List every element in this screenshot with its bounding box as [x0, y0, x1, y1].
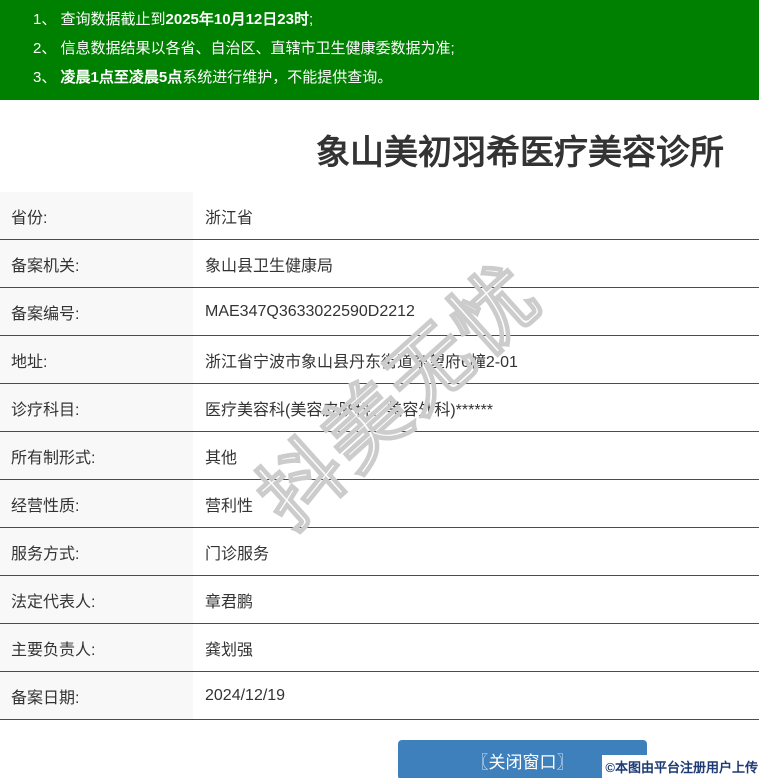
row-value: 营利性 [205, 497, 254, 515]
row-label: 所有制形式: [0, 432, 193, 479]
table-row-ownership-form: 所有制形式: 其他 [0, 432, 759, 480]
notice-line-1-bold: 2025年10月12日23时 [165, 11, 309, 28]
row-label: 主要负责人: [0, 624, 193, 671]
row-label: 备案机关: [0, 240, 193, 287]
row-value: 象山县卫生健康局 [205, 257, 334, 275]
query-result-page: 1、 查询数据截止到2025年10月12日23时; 2、 信息数据结果以各省、自… [0, 0, 759, 778]
row-value: 门诊服务 [205, 545, 270, 563]
notice-line-3-bold: 凌晨1点至凌晨5点 [60, 69, 183, 86]
row-label: 备案编号: [0, 288, 193, 335]
row-label: 诊疗科目: [0, 384, 193, 431]
row-label: 经营性质: [0, 480, 193, 527]
notice-banner: 1、 查询数据截止到2025年10月12日23时; 2、 信息数据结果以各省、自… [0, 0, 759, 100]
row-value: 2024/12/19 [205, 686, 286, 704]
row-label: 备案日期: [0, 672, 193, 719]
table-row-legal-representative: 法定代表人: 章君鹏 [0, 576, 759, 624]
row-label: 服务方式: [0, 528, 193, 575]
row-value: 其他 [205, 449, 238, 467]
notice-line-2: 2、 信息数据结果以各省、自治区、直辖市卫生健康委数据为准; [33, 40, 455, 57]
row-value: 医疗美容科(美容皮肤科、美容外科)****** [205, 401, 494, 419]
row-value: 章君鹏 [205, 593, 254, 611]
row-label: 地址: [0, 336, 193, 383]
table-row-service-mode: 服务方式: 门诊服务 [0, 528, 759, 576]
table-row-province: 省份: 浙江省 [0, 192, 759, 240]
table-row-filing-number: 备案编号: MAE347Q3633022590D2212 [0, 288, 759, 336]
record-table: 省份: 浙江省 备案机关: 象山县卫生健康局 备案编号: MAE347Q3633… [0, 192, 759, 720]
notice-line-1: 1、 查询数据截止到2025年10月12日23时; [33, 11, 314, 28]
page-title: 象山美初羽希医疗美容诊所 [316, 134, 724, 172]
row-label: 省份: [0, 192, 193, 239]
table-row-medical-subjects: 诊疗科目: 医疗美容科(美容皮肤科、美容外科)****** [0, 384, 759, 432]
row-value: 龚划强 [205, 641, 254, 659]
notice-line-3: 3、 凌晨1点至凌晨5点系统进行维护，不能提供查询。 [33, 69, 393, 86]
row-value: 浙江省宁波市象山县丹东街道东望府6幢2-01 [205, 353, 518, 371]
table-row-address: 地址: 浙江省宁波市象山县丹东街道东望府6幢2-01 [0, 336, 759, 384]
row-value: 浙江省 [205, 209, 254, 227]
row-value: MAE347Q3633022590D2212 [205, 302, 415, 320]
table-row-main-person-in-charge: 主要负责人: 龚划强 [0, 624, 759, 672]
table-row-filing-authority: 备案机关: 象山县卫生健康局 [0, 240, 759, 288]
copyright-badge: ©本图由平台注册用户上传 [602, 755, 758, 778]
table-row-filing-date: 备案日期: 2024/12/19 [0, 672, 759, 720]
table-row-business-nature: 经营性质: 营利性 [0, 480, 759, 528]
row-label: 法定代表人: [0, 576, 193, 623]
